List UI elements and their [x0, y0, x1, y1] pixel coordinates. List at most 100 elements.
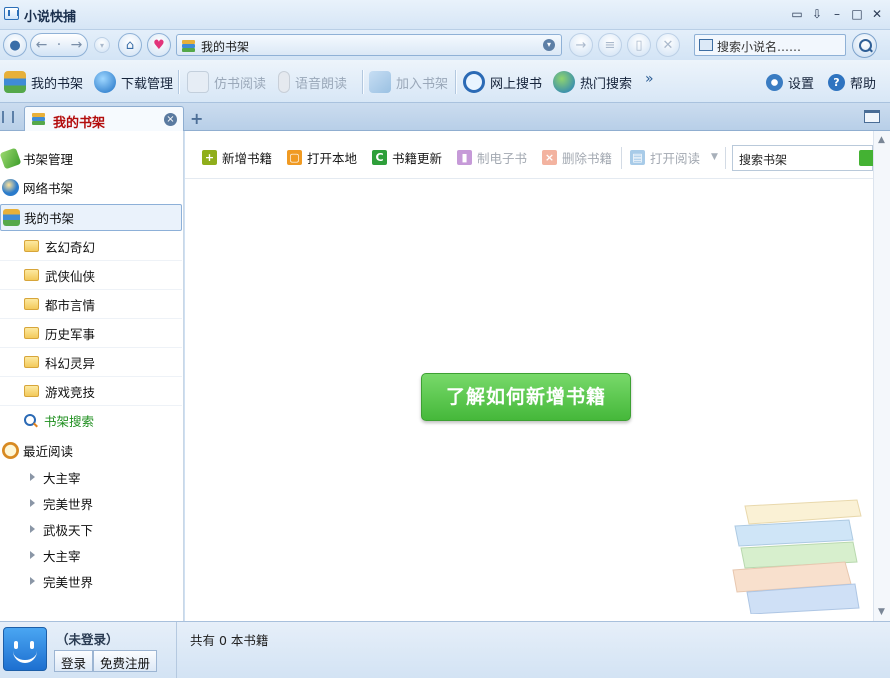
clock-icon: [2, 442, 19, 459]
forward-icon[interactable]: →: [71, 37, 83, 53]
history-dropdown-icon[interactable]: ▾: [94, 37, 110, 53]
app-book-icon: [4, 7, 19, 20]
ebook-icon: ▮: [457, 149, 472, 165]
shelf-manage-icon: [0, 147, 22, 170]
stop-icon[interactable]: ✕: [656, 33, 680, 57]
shelf-search-go-icon[interactable]: [859, 150, 873, 166]
home-icon[interactable]: ⌂: [118, 33, 142, 57]
folder-item[interactable]: 历史军事: [0, 319, 182, 348]
folder-label: 历史军事: [45, 326, 96, 342]
folder-item[interactable]: 科幻灵异: [0, 348, 182, 377]
toolbar-add-shelf-button[interactable]: 加入书架: [369, 69, 448, 95]
sidebar-item-web-shelf[interactable]: 网络书架: [0, 174, 182, 201]
open-local-button[interactable]: ▢ 打开本地: [287, 148, 357, 166]
toolbar-label: 热门搜索: [580, 76, 633, 92]
window-controls: ▭ ⇩ – □ ✕: [790, 7, 884, 21]
recent-book-item[interactable]: 大主宰: [0, 464, 182, 490]
address-text: 我的书架: [201, 40, 250, 54]
delete-book-button[interactable]: × 删除书籍: [542, 148, 612, 166]
recent-book-item[interactable]: 完美世界: [0, 490, 182, 516]
toolbar-separator: [362, 70, 363, 94]
status-separator: [176, 622, 177, 678]
recent-book-item[interactable]: 大主宰: [0, 542, 182, 568]
recent-title: 最近阅读: [23, 444, 74, 459]
toolbar-web-search-button[interactable]: 网上搜书: [463, 69, 542, 95]
address-dropdown-icon[interactable]: ▾: [543, 39, 555, 51]
search-icon[interactable]: [852, 33, 877, 58]
recent-book-item[interactable]: 完美世界: [0, 568, 182, 594]
more-chevron-icon[interactable]: »: [645, 71, 654, 87]
sidebar-toggle-icon[interactable]: [2, 111, 14, 123]
sidebar-item-shelf-search[interactable]: 书架搜索: [0, 406, 182, 435]
add-book-label: 新增书籍: [222, 150, 273, 166]
new-tab-plus-icon[interactable]: +: [190, 109, 203, 128]
skin-icon[interactable]: ⇩: [810, 7, 824, 21]
learn-add-books-button[interactable]: 了解如何新增书籍: [421, 373, 631, 421]
page-icon[interactable]: ▯: [627, 33, 651, 57]
folder-item[interactable]: 游戏竞技: [0, 377, 182, 406]
vertical-scrollbar[interactable]: ▲ ▼: [873, 131, 890, 621]
update-books-button[interactable]: C 书籍更新: [372, 148, 442, 166]
folder-label: 游戏竞技: [45, 384, 96, 400]
novel-search-input[interactable]: 搜索小说名……: [694, 34, 846, 56]
shelf-search-label: 书架搜索: [44, 414, 95, 429]
recent-book-item[interactable]: 武极天下: [0, 516, 182, 542]
add-book-icon: [369, 71, 391, 93]
avatar-smiley-icon[interactable]: [3, 627, 47, 671]
toolbar-download-button[interactable]: 下载管理: [94, 69, 173, 95]
toolbar-label: 我的书架: [31, 76, 84, 92]
close-icon[interactable]: ✕: [870, 7, 884, 21]
sidebar-item-shelf-manage[interactable]: 书架管理: [0, 145, 182, 172]
favorite-heart-icon[interactable]: ♥: [147, 33, 171, 57]
window-layout-icon[interactable]: [864, 110, 880, 123]
scroll-down-icon[interactable]: ▼: [878, 607, 885, 617]
add-book-button[interactable]: + 新增书籍: [202, 148, 272, 166]
folder-icon: [24, 356, 39, 368]
sidebar-item-recent[interactable]: 最近阅读: [0, 437, 182, 464]
toolbar-my-shelf-button[interactable]: 我的书架: [4, 69, 83, 95]
folder-item[interactable]: 武侠仙侠: [0, 261, 182, 290]
make-ebook-button[interactable]: ▮ 制电子书: [457, 148, 527, 166]
tab-my-shelf[interactable]: 我的书架 ×: [24, 106, 184, 131]
open-read-label: 打开阅读: [650, 150, 701, 166]
login-button[interactable]: 登录: [54, 650, 94, 672]
folder-item[interactable]: 玄幻奇幻: [0, 232, 182, 261]
register-button[interactable]: 免费注册: [93, 650, 158, 672]
folder-item[interactable]: 都市言情: [0, 290, 182, 319]
open-read-dropdown-icon[interactable]: ▼: [711, 152, 718, 162]
expand-triangle-icon: [30, 577, 35, 585]
folder-label: 都市言情: [45, 297, 96, 313]
recent-book-label: 大主宰: [43, 548, 81, 564]
open-local-label: 打开本地: [307, 150, 358, 166]
minimize-icon[interactable]: –: [830, 7, 844, 21]
go-arrow-icon[interactable]: →: [569, 33, 593, 57]
sidebar-item-label: 书架管理: [23, 152, 74, 167]
shelf-search-input[interactable]: 搜索书架: [732, 145, 873, 171]
tab-close-icon[interactable]: ×: [164, 113, 177, 126]
settings-button[interactable]: 设置: [766, 69, 814, 95]
expand-triangle-icon: [30, 525, 35, 533]
hot-search-globe-icon: [553, 71, 575, 93]
toolbar-voice-button[interactable]: 语音朗读: [278, 69, 347, 95]
novel-search-placeholder: 搜索小说名……: [717, 40, 802, 54]
content-toolbar-separator: [725, 147, 726, 169]
address-books-icon: [181, 38, 197, 54]
feedback-icon[interactable]: ▭: [790, 7, 804, 21]
sidebar-item-my-shelf[interactable]: 我的书架: [0, 204, 182, 231]
maximize-icon[interactable]: □: [850, 7, 864, 21]
user-icon[interactable]: ●: [3, 33, 27, 57]
help-button[interactable]: ? 帮助: [828, 69, 876, 95]
list-icon[interactable]: ≡: [598, 33, 622, 57]
back-icon[interactable]: ←: [36, 37, 48, 53]
make-ebook-label: 制电子书: [477, 150, 528, 166]
scroll-up-icon[interactable]: ▲: [878, 135, 885, 145]
toolbar-label: 仿书阅读: [214, 76, 267, 92]
toolbar-read-button[interactable]: 仿书阅读: [187, 69, 266, 95]
window-title: 小说快捕: [24, 10, 77, 25]
toolbar-label: 下载管理: [121, 76, 174, 92]
address-bar[interactable]: 我的书架 ▾: [176, 34, 562, 56]
open-read-button[interactable]: ▤ 打开阅读 ▼: [630, 148, 718, 166]
main-toolbar: 我的书架 下载管理 仿书阅读 语音朗读 加入书架 网上搜书 热门搜索 » 设置 …: [0, 60, 890, 103]
magnifier-icon: [24, 413, 38, 428]
toolbar-hot-search-button[interactable]: 热门搜索: [553, 69, 632, 95]
